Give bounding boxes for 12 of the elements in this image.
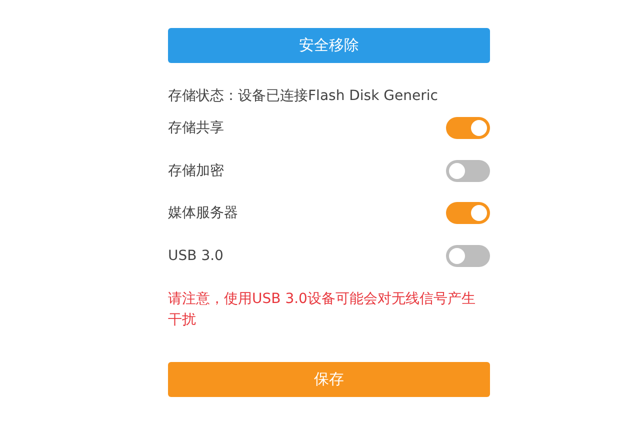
setting-label: 存储加密 bbox=[168, 162, 224, 180]
save-button[interactable]: 保存 bbox=[168, 362, 490, 397]
toggle-switch[interactable] bbox=[446, 160, 490, 182]
toggle-switch[interactable] bbox=[446, 117, 490, 140]
storage-status: 存储状态：设备已连接Flash Disk Generic bbox=[168, 87, 439, 106]
warning-text: 请注意，使用USB 3.0设备可能会对无线信号产生干扰 bbox=[168, 290, 476, 330]
setting-label: USB 3.0 bbox=[168, 248, 224, 264]
remove-button[interactable]: 安全移除 bbox=[168, 28, 490, 63]
toggle-switch[interactable] bbox=[446, 202, 490, 224]
setting-label: 存储共享 bbox=[168, 119, 224, 138]
setting-label: 媒体服务器 bbox=[168, 204, 238, 222]
toggle-switch[interactable] bbox=[446, 244, 490, 267]
